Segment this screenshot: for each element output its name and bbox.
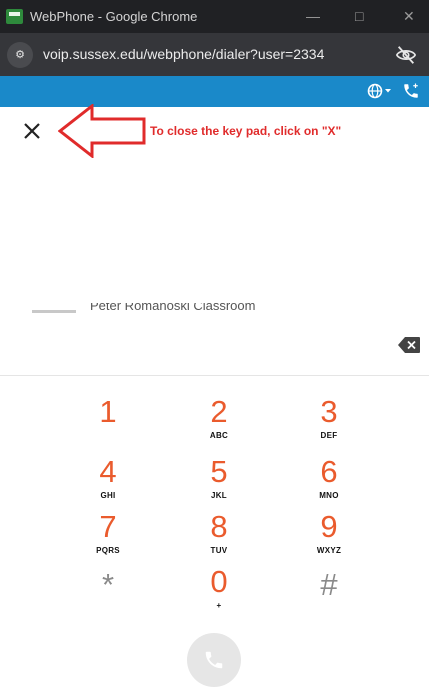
site-info-icon[interactable]: ⚙ bbox=[7, 42, 33, 68]
key-digit: # bbox=[320, 567, 338, 602]
background-contact-name: Peter Romanoski Classroom bbox=[90, 303, 256, 313]
key-letters: MNO bbox=[319, 491, 339, 500]
key-digit: 3 bbox=[320, 394, 338, 429]
key-8[interactable]: 8 TUV bbox=[184, 510, 254, 566]
call-button[interactable] bbox=[187, 633, 241, 687]
key-digit: 0 bbox=[210, 564, 228, 599]
key-letters: GHI bbox=[100, 491, 116, 500]
key-9[interactable]: 9 WXYZ bbox=[294, 510, 364, 566]
backspace-icon[interactable] bbox=[398, 337, 420, 353]
key-7[interactable]: 7 PQRS bbox=[73, 510, 143, 566]
close-window-button[interactable]: ✕ bbox=[403, 8, 415, 25]
globe-icon[interactable] bbox=[367, 82, 393, 100]
key-1[interactable]: 1 bbox=[73, 395, 143, 451]
window-titlebar: WebPhone - Google Chrome — □ ✕ bbox=[0, 0, 429, 33]
key-4[interactable]: 4 GHI bbox=[73, 455, 143, 511]
minimize-button[interactable]: — bbox=[306, 8, 320, 24]
key-star[interactable]: * bbox=[73, 568, 143, 624]
phone-icon[interactable] bbox=[402, 82, 420, 100]
key-digit: 1 bbox=[99, 394, 117, 429]
key-digit: * bbox=[101, 567, 115, 602]
key-digit: 9 bbox=[320, 509, 338, 544]
address-bar: ⚙ voip.sussex.edu/webphone/dialer?user=2… bbox=[0, 33, 429, 76]
app-header-bar bbox=[0, 76, 429, 107]
phone-icon bbox=[205, 651, 223, 669]
dialer-divider bbox=[0, 375, 429, 376]
annotation-text: To close the key pad, click on "X" bbox=[150, 124, 342, 138]
annotation-arrow-icon bbox=[58, 104, 146, 158]
key-digit: 2 bbox=[210, 394, 228, 429]
url-text[interactable]: voip.sussex.edu/webphone/dialer?user=233… bbox=[43, 46, 324, 62]
key-letters: TUV bbox=[210, 546, 228, 555]
key-digit: 5 bbox=[210, 454, 228, 489]
eye-off-icon[interactable] bbox=[395, 44, 417, 66]
key-2[interactable]: 2 ABC bbox=[184, 395, 254, 451]
key-letters: PQRS bbox=[96, 546, 120, 555]
key-3[interactable]: 3 DEF bbox=[294, 395, 364, 451]
key-6[interactable]: 6 MNO bbox=[294, 455, 364, 511]
key-digit: 8 bbox=[210, 509, 228, 544]
key-letters: ABC bbox=[209, 431, 229, 440]
close-keypad-button[interactable] bbox=[20, 119, 44, 143]
key-letters: WXYZ bbox=[316, 546, 342, 555]
key-letters: + bbox=[216, 601, 222, 610]
key-digit: 7 bbox=[99, 509, 117, 544]
key-digit: 4 bbox=[99, 454, 117, 489]
key-digit: 6 bbox=[320, 454, 338, 489]
window-title: WebPhone - Google Chrome bbox=[30, 9, 198, 24]
key-letters: JKL bbox=[210, 491, 227, 500]
key-hash[interactable]: # bbox=[294, 568, 364, 624]
maximize-button[interactable]: □ bbox=[355, 8, 363, 24]
app-icon bbox=[6, 9, 23, 24]
key-letters: DEF bbox=[320, 431, 338, 440]
key-5[interactable]: 5 JKL bbox=[184, 455, 254, 511]
key-0[interactable]: 0 + bbox=[184, 565, 254, 621]
